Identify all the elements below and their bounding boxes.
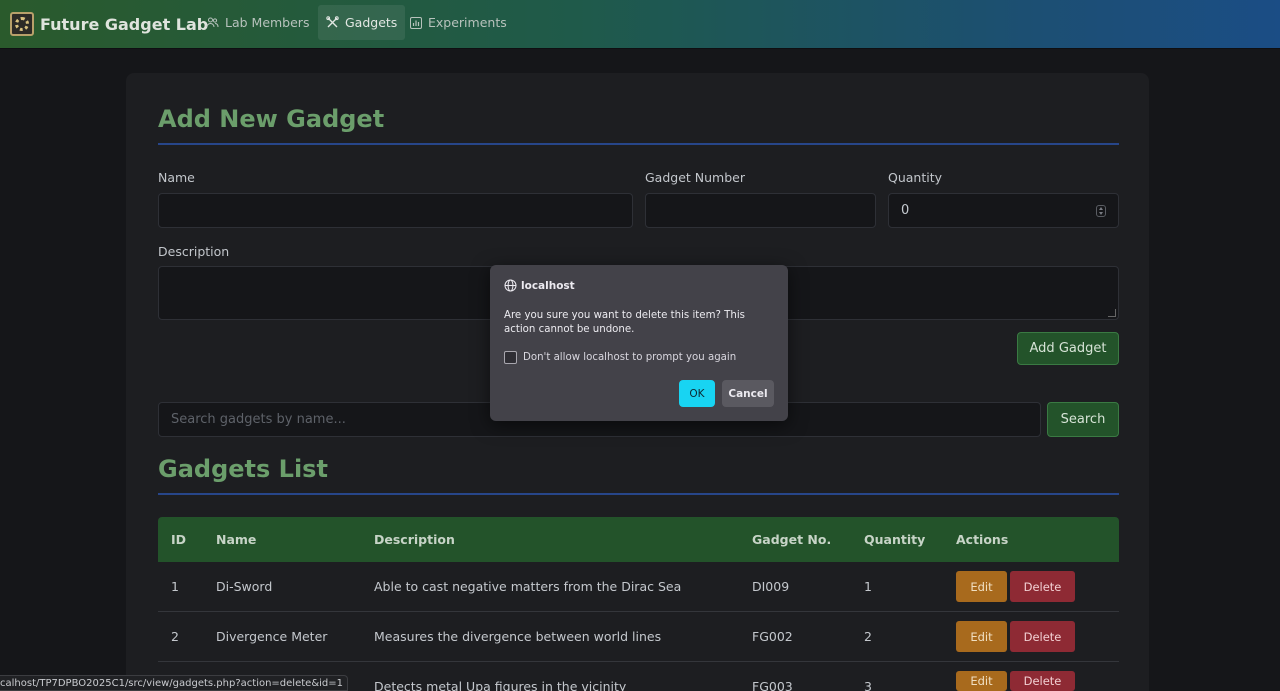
ok-button[interactable]: OK [679, 380, 715, 407]
quantity-stepper[interactable]: 0 [888, 193, 1119, 228]
table-row: 1 Di-Sword Able to cast negative matters… [158, 562, 1119, 612]
nav-label: Experiments [428, 15, 507, 30]
cell-description: Measures the divergence between world li… [374, 629, 662, 644]
dialog-origin: localhost [521, 279, 575, 292]
cell-quantity: 1 [864, 579, 872, 594]
cell-id: 1 [171, 579, 179, 594]
lab-logo-icon [10, 12, 34, 36]
table-header: ID Name Description Gadget No. Quantity … [158, 517, 1119, 562]
name-input[interactable] [158, 193, 633, 228]
suppress-prompts-option[interactable]: Don't allow localhost to prompt you agai… [504, 351, 736, 364]
tools-icon [326, 16, 339, 28]
title-divider [158, 143, 1119, 145]
nav-lab-members[interactable]: Lab Members [198, 5, 317, 40]
brand-title: Future Gadget Lab [40, 14, 209, 34]
delete-button[interactable]: Delete [1010, 671, 1075, 691]
cell-gadget-no: FG002 [752, 629, 793, 644]
cell-quantity: 3 [864, 679, 872, 691]
suppress-prompts-checkbox[interactable] [504, 351, 517, 364]
col-quantity: Quantity [864, 532, 926, 547]
col-actions: Actions [956, 532, 1009, 547]
col-description: Description [374, 532, 455, 547]
confirm-dialog: localhost Are you sure you want to delet… [490, 265, 788, 421]
brand[interactable]: Future Gadget Lab [10, 10, 208, 38]
checkbox-label: Don't allow localhost to prompt you agai… [523, 352, 737, 363]
delete-button[interactable]: Delete [1010, 571, 1075, 602]
cell-quantity: 2 [864, 629, 872, 644]
resize-handle-icon[interactable] [1108, 309, 1116, 317]
search-button[interactable]: Search [1047, 402, 1119, 437]
col-gadget-no: Gadget No. [752, 532, 832, 547]
chart-icon [410, 16, 422, 29]
users-icon [206, 17, 219, 28]
quantity-label: Quantity [888, 170, 943, 185]
col-name: Name [216, 532, 257, 547]
dialog-header: localhost [504, 279, 575, 292]
cell-gadget-no: FG003 [752, 679, 793, 691]
cell-description: Detects metal Upa figures in the vicinit… [374, 679, 627, 691]
edit-button[interactable]: Edit [956, 571, 1007, 602]
edit-button[interactable]: Edit [956, 671, 1007, 691]
delete-button[interactable]: Delete [1010, 621, 1075, 652]
quantity-value: 0 [901, 203, 910, 218]
navbar: Future Gadget Lab Lab Members Gadgets Ex… [0, 0, 1280, 49]
nav-label: Gadgets [345, 15, 398, 30]
name-label: Name [158, 170, 195, 185]
col-id: ID [171, 532, 187, 547]
spin-arrows-icon[interactable] [1096, 205, 1106, 217]
cell-name: Di-Sword [216, 579, 273, 594]
dialog-message: Are you sure you want to delete this ite… [504, 310, 745, 335]
gadget-number-label: Gadget Number [645, 170, 745, 185]
nav-experiments[interactable]: Experiments [402, 5, 515, 40]
table-row: 2 Divergence Meter Measures the divergen… [158, 612, 1119, 662]
cell-gadget-no: DI009 [752, 579, 790, 594]
globe-icon [504, 279, 517, 292]
nav-gadgets[interactable]: Gadgets [318, 5, 406, 40]
cancel-button[interactable]: Cancel [722, 380, 774, 407]
add-gadget-title: Add New Gadget [158, 105, 385, 133]
description-label: Description [158, 244, 230, 259]
edit-button[interactable]: Edit [956, 621, 1007, 652]
gadget-number-input[interactable] [645, 193, 876, 228]
cell-id: 2 [171, 629, 179, 644]
cell-description: Able to cast negative matters from the D… [374, 579, 682, 594]
cell-name: Divergence Meter [216, 629, 328, 644]
gadgets-list-title: Gadgets List [158, 455, 328, 483]
list-divider [158, 493, 1119, 495]
status-bar-url: calhost/TP7DPBO2025C1/src/view/gadgets.p… [0, 675, 348, 691]
add-gadget-button[interactable]: Add Gadget [1017, 332, 1119, 365]
nav-label: Lab Members [225, 15, 310, 30]
